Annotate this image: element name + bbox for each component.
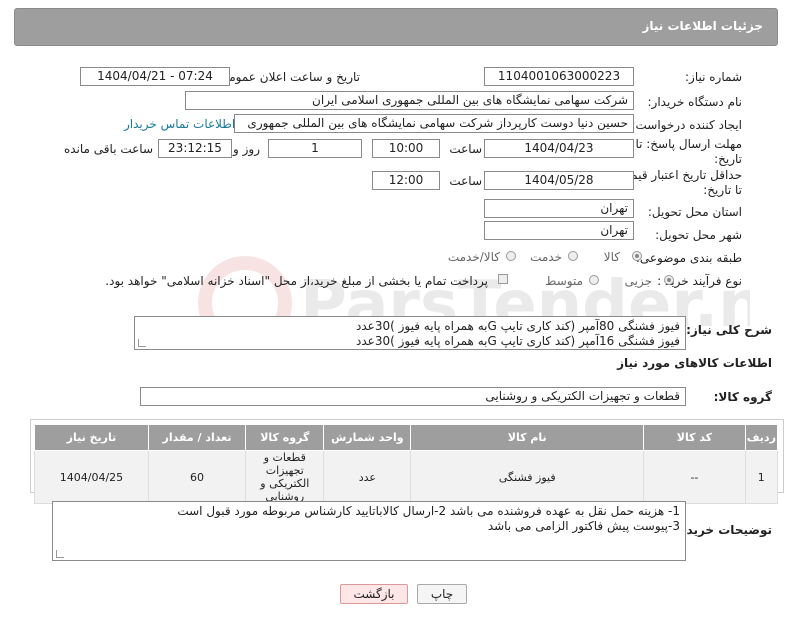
goods-group-field: قطعات و تجهیزات الکتریکی و روشنایی <box>140 387 686 406</box>
validity-label: حداقل تاریخ اعتبار قیمت: <box>615 168 742 182</box>
validity-time-label: ساعت <box>449 174 482 188</box>
back-button[interactable]: بازگشت <box>340 584 408 604</box>
cell-code: -- <box>643 450 746 504</box>
description-textarea[interactable]: فیوز فشنگی 80آمپر (کند کاری تایپ Gبه همر… <box>134 316 686 350</box>
city-label: شهر محل تحویل: <box>655 228 742 242</box>
buyer-notes-line-2: 3-پیوست پیش فاکتور الزامی می باشد <box>487 519 680 533</box>
category-goods-label: کالا <box>603 250 620 264</box>
creator-field: حسین دنیا دوست کارپرداز شرکت سهامی نمایش… <box>234 114 634 133</box>
col-qty: تعداد / مقدار <box>147 424 247 451</box>
cell-qty: 60 <box>147 450 247 504</box>
category-service-radio[interactable] <box>568 251 578 261</box>
buyer-org-field: شرکت سهامی نمایشگاه های بین المللی جمهور… <box>185 91 634 110</box>
validity-label-2: تا تاریخ: <box>703 183 742 197</box>
header-bar: جزئیات اطلاعات نیاز <box>14 8 778 46</box>
province-field: تهران <box>484 199 634 218</box>
col-date: تاریخ نیاز <box>34 424 149 451</box>
city-field: تهران <box>484 221 634 240</box>
cell-row: 1 <box>744 450 779 504</box>
col-name: نام کالا <box>410 424 645 451</box>
description-line-1: فیوز فشنگی 80آمپر (کند کاری تایپ Gبه همر… <box>356 319 680 333</box>
col-code: کد کالا <box>643 424 746 451</box>
col-row: ردیف <box>744 424 779 451</box>
validity-date-field: 1404/05/28 <box>484 171 634 190</box>
category-service-label: خدمت <box>530 250 562 264</box>
validity-time-field: 12:00 <box>372 171 440 190</box>
category-label: طبقه بندی موضوعی: <box>635 251 742 265</box>
deadline-label: مهلت ارسال پاسخ: تا <box>635 137 742 151</box>
buyer-notes-textarea[interactable]: 1- هزینه حمل نقل به عهده فروشنده می باشد… <box>52 501 686 561</box>
remaining-time-field: 23:12:15 <box>158 139 232 158</box>
process-medium-radio[interactable] <box>589 275 599 285</box>
announce-label: تاریخ و ساعت اعلان عمومی: <box>215 70 360 84</box>
buyer-notes-line-1: 1- هزینه حمل نقل به عهده فروشنده می باشد… <box>177 504 680 518</box>
goods-section-title: اطلاعات کالاهای مورد نیاز <box>617 356 772 370</box>
remaining-label: ساعت باقی مانده <box>63 142 153 156</box>
need-number-field: 1104001063000223 <box>484 67 634 86</box>
buyer-org-label: نام دستگاه خریدار: <box>647 95 743 109</box>
treasury-payment-checkbox[interactable] <box>498 274 508 284</box>
cell-group: قطعات و تجهیزات الکتریکی و روشنایی <box>245 450 325 504</box>
goods-group-label: گروه کالا: <box>713 390 772 404</box>
cell-date: 1404/04/25 <box>34 450 149 504</box>
creator-label: ایجاد کننده درخواست: <box>631 118 742 132</box>
deadline-time-field: 10:00 <box>372 139 440 158</box>
items-table: ردیف کد کالا نام کالا واحد شمارش گروه کا… <box>34 424 779 504</box>
category-goods-radio[interactable] <box>632 251 642 261</box>
cell-name: فیوز فشنگی <box>410 450 645 504</box>
days-field: 1 <box>268 139 362 158</box>
description-line-2: فیوز فشنگی 16آمپر (کند کاری تایپ Gبه همر… <box>356 334 680 348</box>
category-both-label: کالا/خدمت <box>447 250 500 264</box>
resize-handle-icon[interactable] <box>138 339 146 347</box>
deadline-time-label: ساعت <box>449 142 482 156</box>
page-title: جزئیات اطلاعات نیاز <box>642 19 763 33</box>
need-number-label: شماره نیاز: <box>685 70 742 84</box>
print-button[interactable]: چاپ <box>417 584 467 604</box>
contact-info-link[interactable]: اطلاعات تماس خریدار <box>124 117 235 131</box>
table-row: 1 -- فیوز فشنگی عدد قطعات و تجهیزات الکت… <box>34 450 779 504</box>
process-minor-radio[interactable] <box>664 275 674 285</box>
category-both-radio[interactable] <box>506 251 516 261</box>
days-label: روز و <box>233 142 260 156</box>
col-unit: واحد شمارش <box>323 424 412 451</box>
announce-field: 1404/04/21 - 07:24 <box>80 67 230 86</box>
deadline-date-field: 1404/04/23 <box>484 139 634 158</box>
col-group: گروه کالا <box>245 424 325 451</box>
province-label: استان محل تحویل: <box>647 205 742 219</box>
description-label: شرح کلی نیاز: <box>686 323 772 337</box>
deadline-label-2: تاریخ: <box>714 152 742 166</box>
process-minor-label: جزیی <box>624 274 652 288</box>
cell-unit: عدد <box>323 450 412 504</box>
process-medium-label: متوسط <box>545 274 583 288</box>
payment-note: پرداخت تمام یا بخشی از مبلغ خرید،از محل … <box>105 274 488 288</box>
resize-handle-icon[interactable] <box>56 550 64 558</box>
